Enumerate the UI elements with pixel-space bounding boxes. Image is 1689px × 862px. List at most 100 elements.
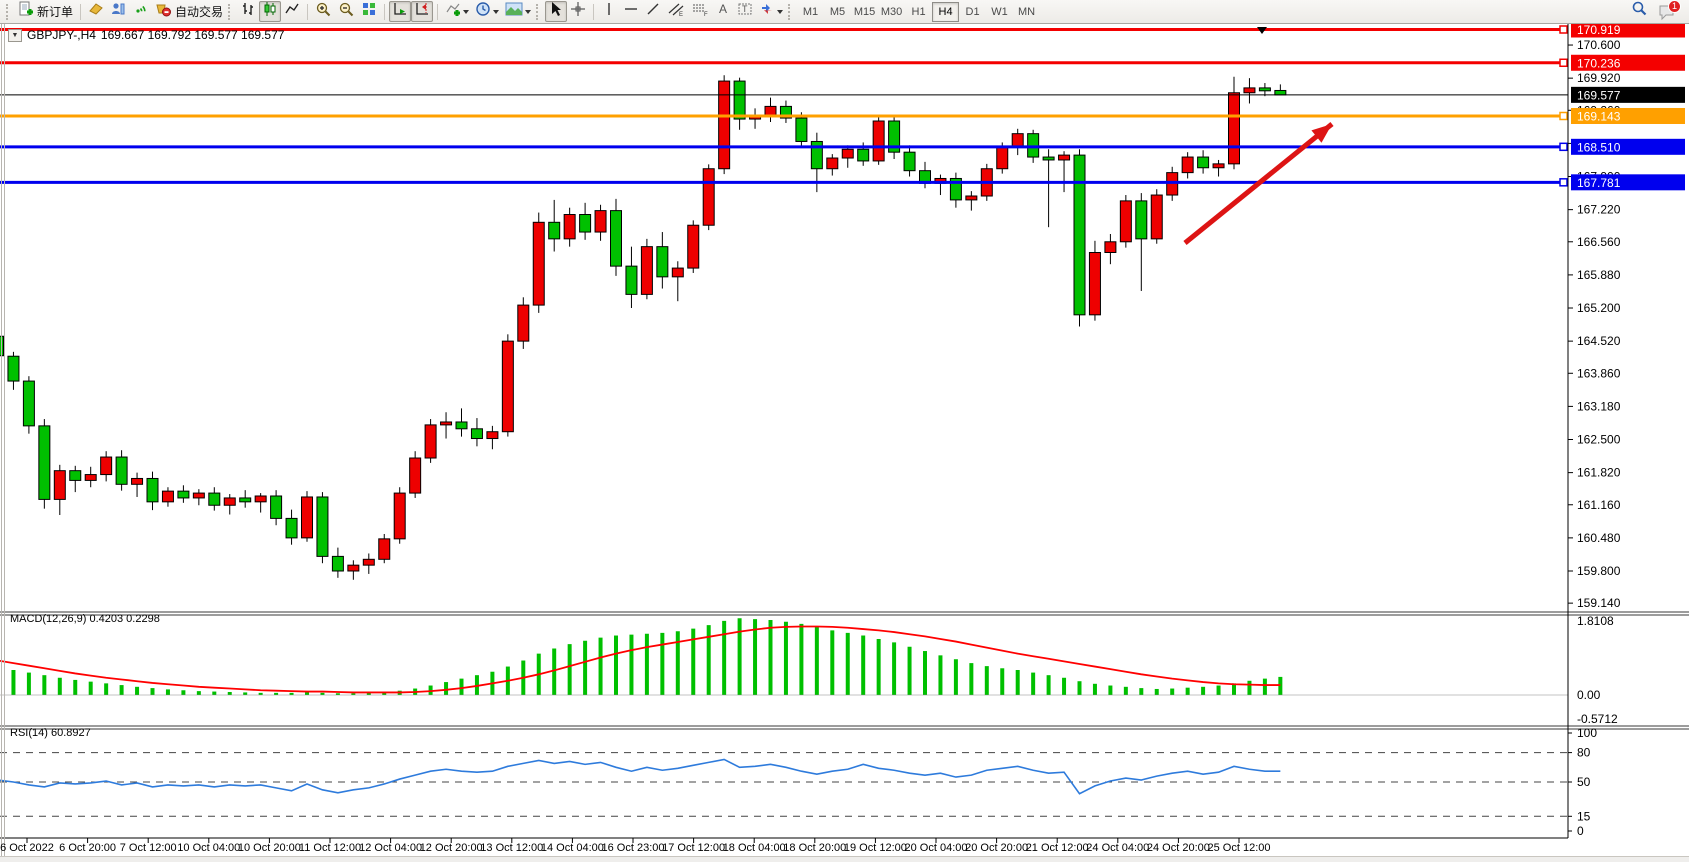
tile-windows-button[interactable] <box>358 1 380 22</box>
chart-canvas[interactable]: 170.600169.920169.260168.580167.900167.2… <box>0 24 1689 862</box>
timeframe-button-m1[interactable]: M1 <box>797 2 824 22</box>
horizontal-line-button[interactable] <box>620 1 642 22</box>
timeframe-button-mn[interactable]: MN <box>1013 2 1040 22</box>
line-chart-type-button[interactable] <box>281 1 303 22</box>
candle-up <box>827 158 838 169</box>
time-tick-label: 13 Oct 12:00 <box>480 842 543 854</box>
timeframe-button-m15[interactable]: M15 <box>851 2 878 22</box>
gold-tag-icon <box>88 1 104 22</box>
svg-text:F: F <box>704 12 708 17</box>
candle-up <box>255 496 266 502</box>
insert-group <box>442 1 534 23</box>
price-tick-label: 159.140 <box>1577 596 1621 610</box>
search-button[interactable] <box>1627 1 1651 22</box>
line-handle[interactable] <box>1560 112 1567 119</box>
time-tick-label: 16 Oct 23:00 <box>602 842 665 854</box>
time-tick-label: 6 Oct 20:00 <box>59 842 116 854</box>
price-tick-label: 169.920 <box>1577 71 1621 85</box>
zoom-in-button[interactable] <box>312 1 335 22</box>
signal-waves-icon <box>132 1 148 22</box>
zoom-group <box>312 1 380 23</box>
candle-up <box>502 341 513 432</box>
candle-down <box>1198 157 1209 168</box>
zoom-out-button[interactable] <box>335 1 358 22</box>
fibonacci-button[interactable]: F <box>688 1 712 22</box>
market-depth-button[interactable] <box>85 1 107 22</box>
candle-up <box>394 493 405 539</box>
candle-up <box>162 491 173 502</box>
horizontal-line-icon <box>623 1 639 22</box>
indicators-icon <box>445 1 461 22</box>
timeframe-button-h1[interactable]: H1 <box>905 2 932 22</box>
candle-up <box>518 305 529 341</box>
macd-scale-label: 1.8108 <box>1577 614 1614 628</box>
channel-button[interactable]: E <box>664 1 688 22</box>
time-tick-label: 24 Oct 20:00 <box>1147 842 1210 854</box>
trendline-button[interactable] <box>642 1 664 22</box>
text-label-icon: T <box>737 1 753 22</box>
timeframe-button-h4[interactable]: H4 <box>932 2 959 22</box>
auto-scroll-icon <box>392 1 408 22</box>
candle-up <box>1151 195 1162 239</box>
one-click-collapse-button[interactable]: ▼ <box>8 29 22 42</box>
candle-down <box>1043 157 1054 160</box>
candle-up <box>441 422 452 425</box>
time-tick-label: 20 Oct 20:00 <box>965 842 1028 854</box>
auto-trading-button[interactable]: 自动交易 <box>151 1 226 22</box>
signals-button[interactable] <box>129 1 151 22</box>
periods-button[interactable] <box>472 1 502 22</box>
timeframe-button-d1[interactable]: D1 <box>959 2 986 22</box>
equidistant-channel-icon: E <box>667 1 685 22</box>
timeframe-button-m30[interactable]: M30 <box>878 2 905 22</box>
text-label-button[interactable]: T <box>734 1 756 22</box>
bar-chart-type-button[interactable] <box>237 1 259 22</box>
auto-scroll-button[interactable] <box>389 1 411 22</box>
price-tick-label: 162.500 <box>1577 433 1621 447</box>
candle-up <box>1244 88 1255 93</box>
time-tick-label: 19 Oct 12:00 <box>844 842 907 854</box>
candle-up <box>688 225 699 268</box>
candle-up <box>1059 155 1070 160</box>
rsi-scale-label: 100 <box>1577 726 1597 740</box>
candle-down <box>734 81 745 119</box>
line-handle[interactable] <box>1560 59 1567 66</box>
templates-button[interactable] <box>502 1 534 22</box>
line-handle[interactable] <box>1560 143 1567 150</box>
candle-up <box>719 81 730 169</box>
chart-shift-icon <box>414 1 430 22</box>
candle-down <box>271 496 282 518</box>
indicators-button[interactable] <box>442 1 472 22</box>
chat-button[interactable]: 1 <box>1657 2 1679 22</box>
auto-trading-label: 自动交易 <box>175 3 223 20</box>
new-order-button[interactable]: 新订单 <box>15 1 76 22</box>
line-handle[interactable] <box>1560 179 1567 186</box>
cursor-button[interactable] <box>545 1 567 22</box>
crosshair-button[interactable] <box>567 1 589 22</box>
trendline-icon <box>645 1 661 22</box>
timeframe-button-m5[interactable]: M5 <box>824 2 851 22</box>
line-handle[interactable] <box>1560 26 1567 33</box>
ohlc-values-label: 169.667 169.792 169.577 169.577 <box>101 28 285 42</box>
dropdown-arrow-icon <box>777 10 783 14</box>
price-badge-label: 169.143 <box>1577 109 1621 123</box>
candle-up <box>1213 164 1224 168</box>
market-watch-button[interactable] <box>107 1 129 22</box>
candle-up <box>425 425 436 458</box>
time-tick-label: 11 Oct 12:00 <box>299 842 361 854</box>
text-button[interactable]: A <box>712 1 734 22</box>
time-tick-label: 12 Oct 20:00 <box>420 842 483 854</box>
dropdown-arrow-icon <box>463 10 469 14</box>
candle-down <box>116 457 127 484</box>
candle-down <box>317 497 328 556</box>
template-icon <box>505 1 523 22</box>
candle-up <box>703 169 714 225</box>
zoom-in-icon <box>315 1 332 23</box>
candlestick-type-button[interactable] <box>259 1 281 22</box>
shapes-button[interactable] <box>756 1 786 22</box>
chart-shift-button[interactable] <box>411 1 433 22</box>
candle-up <box>873 121 884 161</box>
candle-up <box>487 432 498 439</box>
vertical-line-button[interactable] <box>598 1 620 22</box>
timeframe-button-w1[interactable]: W1 <box>986 2 1013 22</box>
time-tick-label: 7 Oct 12:00 <box>120 842 177 854</box>
